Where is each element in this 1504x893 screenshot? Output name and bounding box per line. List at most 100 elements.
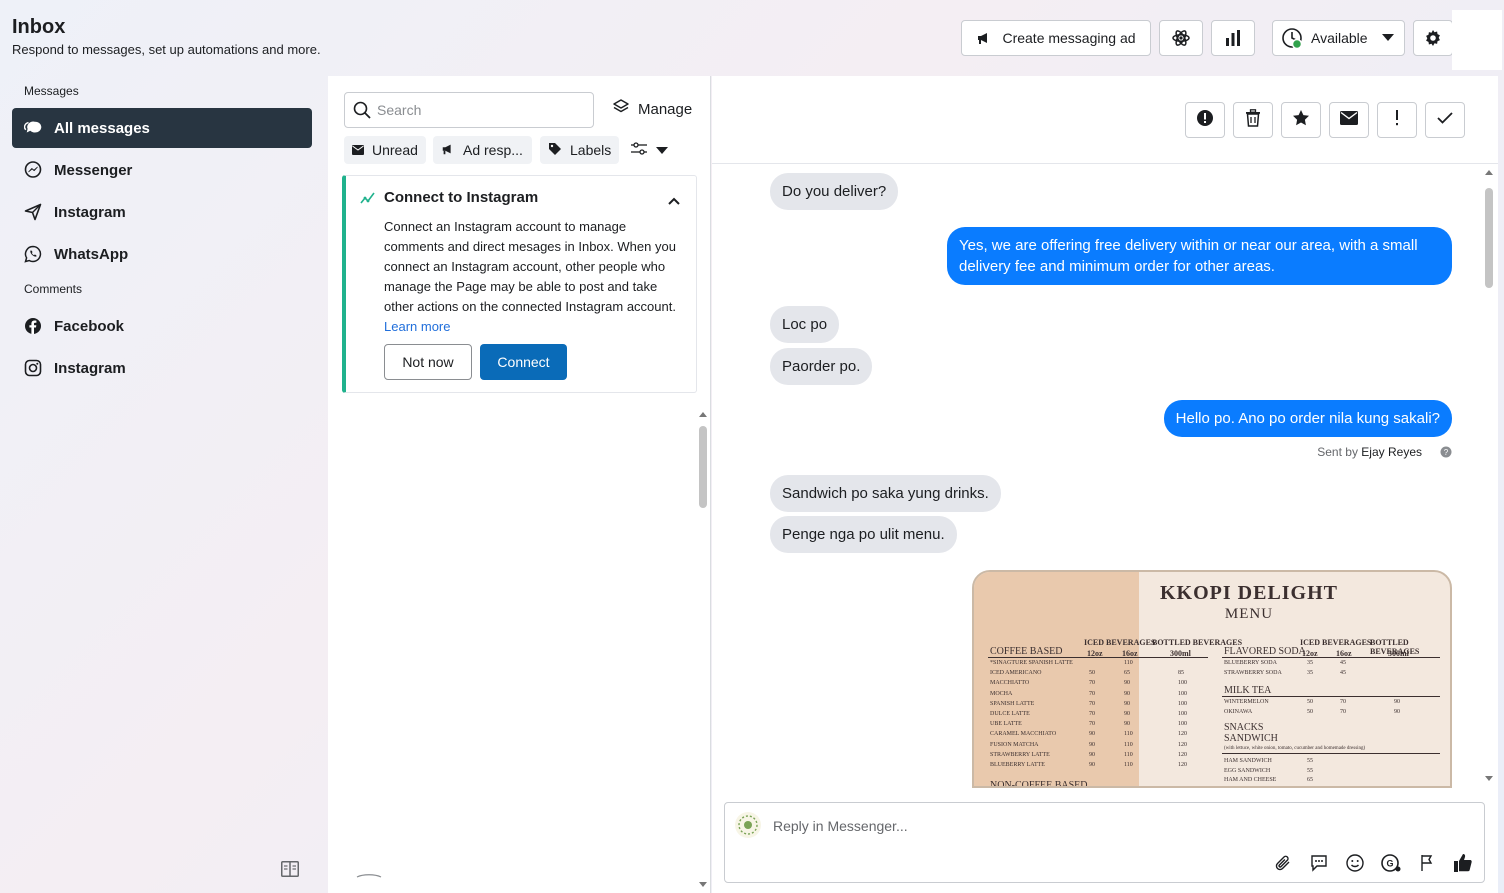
card-body-text: Connect an Instagram account to manage c… [384,219,676,314]
message-bubble-incoming: Paorder po. [770,348,873,385]
scroll-up-arrow[interactable] [699,412,707,417]
svg-text:G: G [1386,859,1393,869]
nav-item-label: Facebook [54,317,125,335]
message-thread: Do you deliver? Yes, we are offering fre… [712,165,1482,789]
filter-unread[interactable]: Unread [344,136,426,164]
nav-item-whatsapp[interactable]: WhatsApp [12,234,312,274]
search-icon [353,101,371,122]
thread-scroll-down-arrow[interactable] [1485,776,1493,781]
not-now-button[interactable]: Not now [384,344,472,380]
menu-cell-c: 100 [1178,680,1187,687]
envelope-icon [1340,110,1358,130]
menu-cell-c: 85 [1178,670,1184,677]
nav-item-label: Instagram [54,359,126,377]
menu-cell-price: 55 [1307,767,1313,774]
menu-cell-b: 110 [1124,751,1133,758]
collapse-sidebar-icon[interactable] [281,861,299,877]
filter-labels[interactable]: Labels [540,136,620,164]
star-button[interactable] [1281,102,1321,138]
menu-cell-name: BLUEBERRY LATTE [990,762,1045,768]
learn-more-link[interactable]: Learn more [384,319,450,334]
menu-image-attachment[interactable]: KKOPI DELIGHT MENU ICED BEVERAGES BOTTLE… [972,570,1452,788]
availability-dropdown[interactable]: Available [1272,20,1405,56]
mark-done-button[interactable] [1425,102,1465,138]
menu-cell-b: 90 [1124,721,1130,728]
paperclip-icon[interactable] [1271,851,1295,875]
scroll-down-arrow[interactable] [699,882,707,887]
menu-cell-a: 70 [1089,690,1095,697]
menu-rule [1222,753,1440,754]
filter-ad-responses[interactable]: Ad resp... [433,136,532,164]
bar-chart-icon [1224,29,1242,47]
help-icon[interactable]: ? [1440,445,1452,463]
megaphone-icon [976,30,992,46]
emoji-icon[interactable] [1343,851,1367,875]
menu-cell-name: CARAMEL MACCHIATO [990,731,1057,738]
settings-button[interactable] [1413,20,1453,56]
menu-cell-b: 65 [1124,670,1130,677]
message-bubble-incoming: Penge nga po ulit menu. [770,516,957,553]
nav-item-all-messages[interactable]: All messages [12,108,312,148]
page-subtitle: Respond to messages, set up automations … [12,42,321,57]
filter-options-dropdown[interactable] [622,136,684,164]
mark-unread-button[interactable] [1329,102,1369,138]
delete-button[interactable] [1233,102,1273,138]
thread-scrollbar[interactable] [1485,188,1493,288]
menu-cell-b: 70 [1340,709,1346,715]
saved-replies-icon[interactable] [1307,851,1331,875]
thread-scroll-up-arrow[interactable] [1485,170,1493,175]
thumbs-up-icon[interactable] [1451,851,1475,875]
flag-icon[interactable] [1415,851,1439,875]
gif-icon[interactable]: G [1379,851,1403,875]
menu-cell-a: 90 [1089,741,1095,748]
report-spam-button[interactable] [1185,102,1225,138]
whatsapp-icon [24,245,42,263]
nav-item-label: All messages [54,119,150,137]
comments-section-heading: Comments [24,282,83,296]
menu-cell-name: ICED AMERICANO [990,670,1042,677]
search-input[interactable]: Search [344,92,594,128]
message-bubble-outgoing: Hello po. Ano po order nila kung sakali? [1163,400,1452,437]
message-bubble-incoming: Sandwich po saka yung drinks. [770,475,1001,512]
menu-cell-c: 100 [1178,690,1187,697]
filter-label: Unread [372,142,418,158]
list-scrollbar[interactable] [699,426,707,508]
menu-cell-c: 90 [1394,699,1400,705]
atom-icon [1171,28,1191,48]
menu-cell-a: 70 [1089,711,1095,717]
menu-cell-c: 120 [1178,741,1187,748]
menu-cell-name: FUSION MATCHA [990,741,1039,748]
menu-cell-b: 110 [1124,741,1133,748]
menu-cell-price: 65 [1307,777,1313,783]
insights-button[interactable] [1211,20,1255,56]
manage-button[interactable]: Manage [612,98,692,120]
menu-col-iced: ICED BEVERAGES [1084,638,1156,647]
chevron-up-icon[interactable] [668,192,680,210]
menu-cell-b: 70 [1340,699,1346,705]
create-messaging-ad-button[interactable]: Create messaging ad [961,20,1151,56]
nav-item-instagram-comments[interactable]: Instagram [12,348,312,388]
follow-up-button[interactable] [1377,102,1417,138]
messages-section-heading: Messages [24,84,79,98]
menu-cell-b: 90 [1124,700,1130,707]
nav-item-instagram-direct[interactable]: Instagram [12,192,312,232]
menu-rule [1222,696,1440,697]
automations-button[interactable] [1159,20,1203,56]
page-avatar [735,812,761,838]
manage-label: Manage [638,100,693,118]
nav-item-facebook-comments[interactable]: Facebook [12,306,312,346]
caret-down-icon [1381,34,1394,42]
corner-panel [1452,10,1502,70]
menu-cell-name: EGG SANDWICH [1224,767,1271,774]
create-messaging-ad-label: Create messaging ad [1002,30,1136,46]
connect-button[interactable]: Connect [480,344,567,380]
message-bubble-incoming: Loc po [770,306,840,343]
reply-box[interactable]: Reply in Messenger... G [724,802,1485,883]
alert-circle-icon [1196,109,1214,132]
menu-cell-a: 35 [1307,660,1313,666]
reply-input[interactable]: Reply in Messenger... [773,818,908,834]
conversation-panel: Do you deliver? Yes, we are offering fre… [712,76,1498,893]
nav-item-messenger[interactable]: Messenger [12,150,312,190]
menu-sandwich-section: SANDWICH [1224,733,1278,744]
menu-cell-c: 100 [1178,700,1187,707]
